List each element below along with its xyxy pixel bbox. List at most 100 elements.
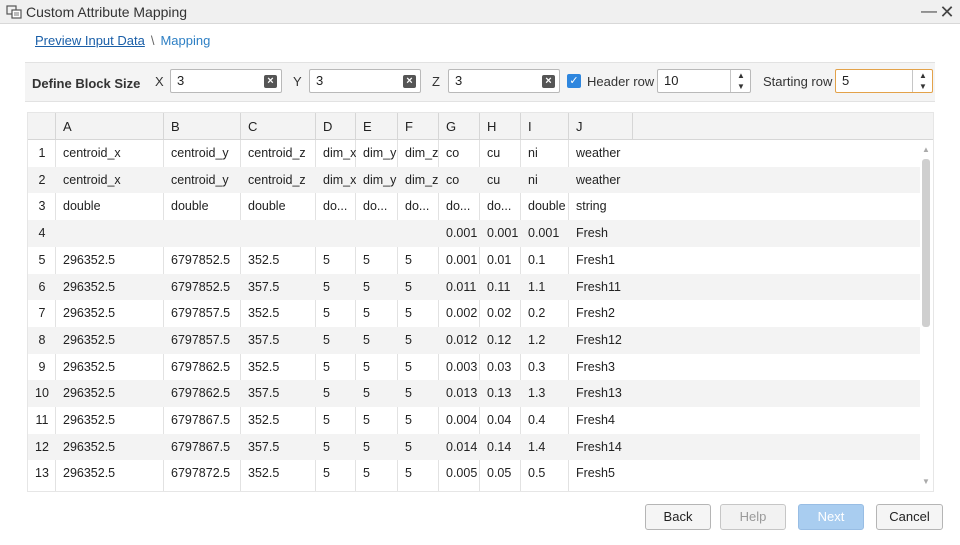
table-row[interactable]: 7 296352.5 6797857.5 352.5 5 5 5 0.002 0.02 0.2 Fr… [28,300,920,327]
column-header-j[interactable]: J [569,113,633,140]
header-row-input[interactable] [664,73,724,88]
table-row[interactable]: 11 296352.5 6797867.5 352.5 5 5 5 0.004 0.04 0.4 F… [28,407,920,434]
table-cell: 0.12 [487,332,512,347]
table-cell: 5 [323,359,330,374]
z-input[interactable] [455,73,535,88]
starting-row-stepper[interactable]: ▲ ▼ [835,69,933,93]
block-size-panel: Define Block Size X × Y × Z × ✓ Header r… [25,62,935,102]
table-cell: co [446,146,460,160]
table-row[interactable]: 5 296352.5 6797852.5 352.5 5 5 5 0.001 0.01 0.1 Fr… [28,247,920,274]
table-cell: 0.01 [487,252,512,267]
table-cell: 5 [363,439,370,454]
table-cell: 1.2 [528,332,546,347]
next-button[interactable]: Next [798,504,864,530]
header-row-label: Header row [587,74,655,89]
x-input[interactable] [177,73,257,88]
back-button[interactable]: Back [645,504,711,530]
close-icon[interactable]: ✕ [938,2,956,22]
table-row[interactable]: 2 centroid_x centroid_y centroid_z dim_x dim_… [28,166,920,194]
table-row[interactable]: 13 296352.5 6797872.5 352.5 5 5 5 0.005 0.05 0.5 F… [28,460,920,487]
spin-up-icon[interactable]: ▲ [731,70,751,81]
column-header-f[interactable]: F [398,113,439,140]
table-row[interactable]: 10 296352.5 6797862.5 357.5 5 5 5 0.013 0.13 1.3 F… [28,380,920,407]
table-cell: Fresh2 [576,306,615,321]
x-field[interactable]: × [170,69,282,93]
table-cell: 296352.5 [63,332,116,347]
table-cell [316,220,356,247]
table-cell: 6797852.5 [171,252,231,267]
table-cell: 5 [323,439,330,454]
column-header-b[interactable]: B [164,113,241,140]
column-header-h[interactable]: H [480,113,521,140]
header-row-checkbox[interactable]: ✓ [567,74,581,88]
column-header-e[interactable]: E [356,113,398,140]
table-header: ABCDEFGHIJ [28,113,933,140]
spin-up-icon[interactable]: ▲ [913,70,933,81]
help-button[interactable]: Help [720,504,786,530]
row-number: 12 [35,439,49,454]
table-cell: 352.5 [248,359,280,374]
x-label: X [155,74,164,89]
header-row-spin[interactable]: ▲ ▼ [730,70,750,92]
table-cell: 357.5 [248,279,280,294]
header-row-stepper[interactable]: ▲ ▼ [657,69,751,93]
breadcrumb-preview-input-data[interactable]: Preview Input Data [35,33,145,48]
table-row[interactable]: 3 double double double do... do... do... do... d… [28,193,920,220]
column-header-i[interactable]: I [521,113,569,140]
table-cell: 6797857.5 [171,306,231,321]
minimize-icon[interactable]: — [920,2,938,22]
table-cell: 0.013 [446,386,478,401]
table-cell: 5 [323,413,330,427]
cancel-button[interactable]: Cancel [876,504,943,530]
spin-down-icon[interactable]: ▼ [913,81,933,92]
clear-icon[interactable]: × [542,75,555,88]
table-cell: 0.2 [528,306,546,321]
table-row[interactable]: 8 296352.5 6797857.5 357.5 5 5 5 0.012 0.12 1.2 Fr… [28,326,920,354]
starting-row-input[interactable] [842,73,902,88]
column-header-g[interactable]: G [439,113,480,140]
table-cell: 296352.5 [63,306,116,321]
table-row[interactable]: 4 0.001 0.001 0.001 Fresh [28,220,920,247]
table-cell: 296352.5 [63,386,116,401]
table-cell: 5 [323,386,330,401]
table-cell [56,220,164,247]
starting-row-label: Starting row [763,74,833,89]
table-cell: 5 [405,466,412,481]
scroll-thumb[interactable] [922,159,930,327]
table-row[interactable]: 6 296352.5 6797852.5 357.5 5 5 5 0.011 0.11 1.1 Fr… [28,273,920,301]
table-cell: double [248,199,286,214]
spin-down-icon[interactable]: ▼ [731,81,751,92]
column-header-d[interactable]: D [316,113,356,140]
table-cell: 0.11 [487,279,511,294]
y-field[interactable]: × [309,69,421,93]
table-cell: Fresh14 [576,439,622,454]
column-header-c[interactable]: C [241,113,316,140]
z-field[interactable]: × [448,69,560,93]
clear-icon[interactable]: × [403,75,416,88]
table-cell: dim_z [405,146,439,160]
y-input[interactable] [316,73,396,88]
table-cell: do... [363,199,388,214]
table-cell: 5 [363,359,370,374]
table-cell: centroid_y [171,146,229,160]
table-cell: Fresh1 [576,252,615,267]
table-row[interactable]: 9 296352.5 6797862.5 352.5 5 5 5 0.003 0.03 0.3 Fr… [28,354,920,381]
table-row[interactable]: 12 296352.5 6797867.5 357.5 5 5 5 0.014 0.14 1.4 F… [28,433,920,461]
column-header-a[interactable]: A [56,113,164,140]
table-cell: co [446,172,460,187]
table-cell: 5 [323,466,330,481]
table-cell: 0.14 [487,439,512,454]
clear-icon[interactable]: × [264,75,277,88]
vertical-scrollbar[interactable]: ▲ ▼ [919,143,933,489]
scroll-down-icon[interactable]: ▼ [920,477,932,487]
starting-row-spin[interactable]: ▲ ▼ [912,70,932,92]
scroll-up-icon[interactable]: ▲ [920,145,932,155]
breadcrumb: Preview Input Data \ Mapping [35,33,210,48]
table-row[interactable]: 1 centroid_x centroid_y centroid_z dim_x dim_… [28,140,920,167]
row-number: 5 [38,252,46,267]
table-cell: do... [323,199,348,214]
table-cell: 5 [405,359,412,374]
table-cell: 1.4 [528,439,546,454]
table-cell: 5 [363,386,370,401]
table-cell: 5 [405,386,412,401]
